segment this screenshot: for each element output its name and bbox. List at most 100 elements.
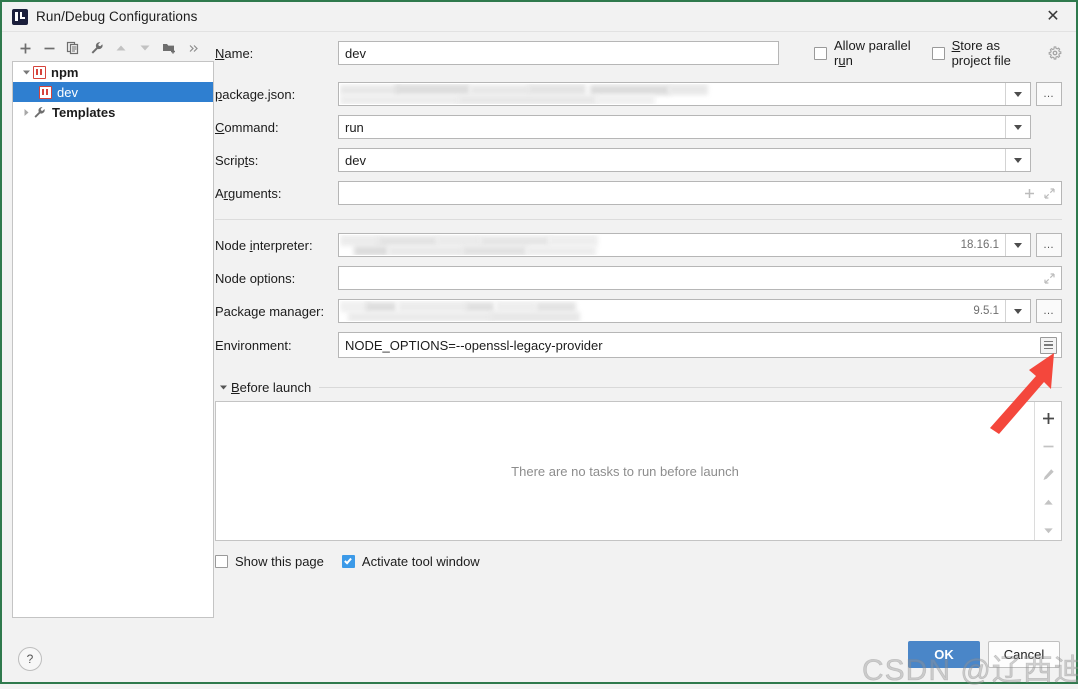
name-input[interactable]: dev: [338, 41, 779, 65]
scripts-value: dev: [345, 152, 366, 168]
section-divider: [215, 219, 1062, 220]
package-json-combo[interactable]: [338, 82, 1031, 106]
package-manager-redacted-value: [340, 301, 840, 321]
add-task-button[interactable]: [1040, 410, 1056, 426]
arguments-label: Arguments:: [215, 185, 282, 201]
package-json-redacted-value: [340, 84, 1004, 104]
before-launch-header[interactable]: Before launch: [215, 380, 1062, 395]
command-combo[interactable]: run: [338, 115, 1031, 139]
command-value: run: [345, 119, 364, 135]
tree-node-dev[interactable]: dev: [13, 82, 213, 102]
package-manager-browse-button[interactable]: …: [1036, 299, 1062, 323]
help-button[interactable]: ?: [18, 647, 42, 671]
npm-icon: [39, 85, 52, 99]
package-manager-version: 9.5.1: [973, 305, 999, 317]
node-interpreter-label: Node interpreter:: [215, 237, 313, 253]
add-configuration-button[interactable]: [14, 37, 36, 59]
dialog-content: npm dev Templates Name: dev Allow parall…: [2, 32, 1076, 636]
store-as-project-file-checkbox[interactable]: [931, 46, 945, 60]
environment-variables-icon[interactable]: [1040, 336, 1057, 354]
allow-parallel-run-label: Allow parallel run: [834, 38, 911, 68]
package-manager-combo[interactable]: 9.5.1: [338, 299, 1031, 323]
move-task-down-button[interactable]: [1040, 522, 1056, 538]
header-checkboxes: Allow parallel run Store as project file: [814, 38, 1062, 68]
before-launch-options: Show this page Activate tool window: [215, 554, 1062, 569]
dialog-buttons: OK Cancel: [908, 641, 1060, 668]
chevron-down-icon[interactable]: [1005, 300, 1030, 322]
wrench-icon[interactable]: [86, 37, 108, 59]
scripts-row: Scripts: dev: [215, 148, 1062, 172]
move-task-up-button[interactable]: [1040, 494, 1056, 510]
allow-parallel-run-checkbox[interactable]: [814, 46, 827, 60]
expand-icon[interactable]: [1039, 272, 1059, 284]
before-launch-title: Before launch: [231, 380, 312, 395]
configurations-toolbar: [12, 35, 215, 61]
plus-icon[interactable]: [1019, 188, 1039, 199]
tree-node-npm[interactable]: npm: [13, 62, 213, 82]
before-launch-empty-text: There are no tasks to run before launch: [511, 463, 739, 479]
pencil-icon[interactable]: [1040, 466, 1056, 482]
chevron-down-icon[interactable]: [1005, 149, 1030, 171]
environment-value: NODE_OPTIONS=--openssl-legacy-provider: [345, 337, 603, 353]
node-interpreter-browse-button[interactable]: …: [1036, 233, 1062, 257]
configurations-tree[interactable]: npm dev Templates: [12, 61, 214, 618]
package-manager-row: Package manager: 9.5.1 …: [215, 299, 1062, 323]
npm-icon: [33, 65, 46, 79]
tree-node-templates[interactable]: Templates: [13, 102, 213, 122]
close-icon[interactable]: ✕: [1030, 2, 1076, 30]
node-options-row: Node options:: [215, 266, 1062, 290]
title-bar: Run/Debug Configurations ✕: [2, 2, 1076, 32]
node-interpreter-version: 18.16.1: [960, 239, 999, 251]
chevron-down-icon[interactable]: [1005, 234, 1030, 256]
before-launch-divider: [319, 387, 1062, 388]
ok-button[interactable]: OK: [908, 641, 980, 668]
node-options-input[interactable]: [338, 266, 1062, 290]
intellij-idea-icon: [12, 8, 28, 25]
chevron-right-icon[interactable]: [19, 108, 33, 117]
arguments-input[interactable]: [338, 181, 1062, 205]
remove-configuration-button[interactable]: [38, 37, 60, 59]
remove-task-button[interactable]: [1040, 438, 1056, 454]
tree-node-label: npm: [51, 64, 79, 80]
dialog-footer: ? OK Cancel: [2, 636, 1076, 682]
tree-node-label: dev: [57, 84, 78, 100]
activate-tool-window-checkbox[interactable]: [341, 555, 355, 568]
chevron-down-icon[interactable]: [215, 383, 231, 392]
scripts-combo[interactable]: dev: [338, 148, 1031, 172]
environment-label: Environment:: [215, 337, 292, 353]
package-json-browse-button[interactable]: …: [1036, 82, 1062, 106]
package-json-row: package.json: …: [215, 82, 1062, 106]
arrow-down-icon[interactable]: [134, 37, 156, 59]
name-row: Name: dev Allow parallel run Store as pr…: [215, 38, 1062, 68]
folder-add-icon[interactable]: [158, 37, 180, 59]
package-json-label: package.json:: [215, 86, 296, 102]
tree-node-label: Templates: [52, 104, 116, 120]
show-this-page-label: Show this page: [235, 554, 324, 569]
scripts-label: Scripts:: [215, 152, 259, 168]
node-interpreter-combo[interactable]: 18.16.1: [338, 233, 1031, 257]
package-manager-label: Package manager:: [215, 303, 325, 319]
arrow-up-icon[interactable]: [110, 37, 132, 59]
chevron-down-icon[interactable]: [1005, 83, 1030, 105]
copy-icon[interactable]: [62, 37, 84, 59]
chevron-down-icon[interactable]: [19, 68, 33, 77]
run-debug-configurations-dialog: Run/Debug Configurations ✕ npm dev Templ…: [0, 0, 1078, 687]
configurations-panel: npm dev Templates: [2, 32, 215, 636]
before-launch-side-toolbar: [1034, 402, 1061, 540]
name-label: Name:: [215, 45, 254, 61]
node-options-label: Node options:: [215, 270, 296, 286]
node-interpreter-row: Node interpreter: 18.16.1 …: [215, 233, 1062, 257]
gear-icon[interactable]: [1048, 46, 1062, 60]
node-interpreter-redacted-value: [340, 235, 960, 255]
environment-row: Environment: NODE_OPTIONS=--openssl-lega…: [215, 332, 1062, 358]
cancel-button[interactable]: Cancel: [988, 641, 1060, 668]
command-label: Command:: [215, 119, 279, 135]
before-launch-tasks-box: There are no tasks to run before launch: [215, 401, 1062, 541]
chevron-double-right-icon[interactable]: [182, 37, 204, 59]
expand-icon[interactable]: [1039, 187, 1059, 199]
chevron-down-icon[interactable]: [1005, 116, 1030, 138]
activate-tool-window-label: Activate tool window: [361, 554, 480, 569]
environment-input[interactable]: NODE_OPTIONS=--openssl-legacy-provider: [338, 332, 1062, 358]
show-this-page-checkbox[interactable]: [215, 555, 228, 568]
window-title: Run/Debug Configurations: [36, 9, 198, 24]
